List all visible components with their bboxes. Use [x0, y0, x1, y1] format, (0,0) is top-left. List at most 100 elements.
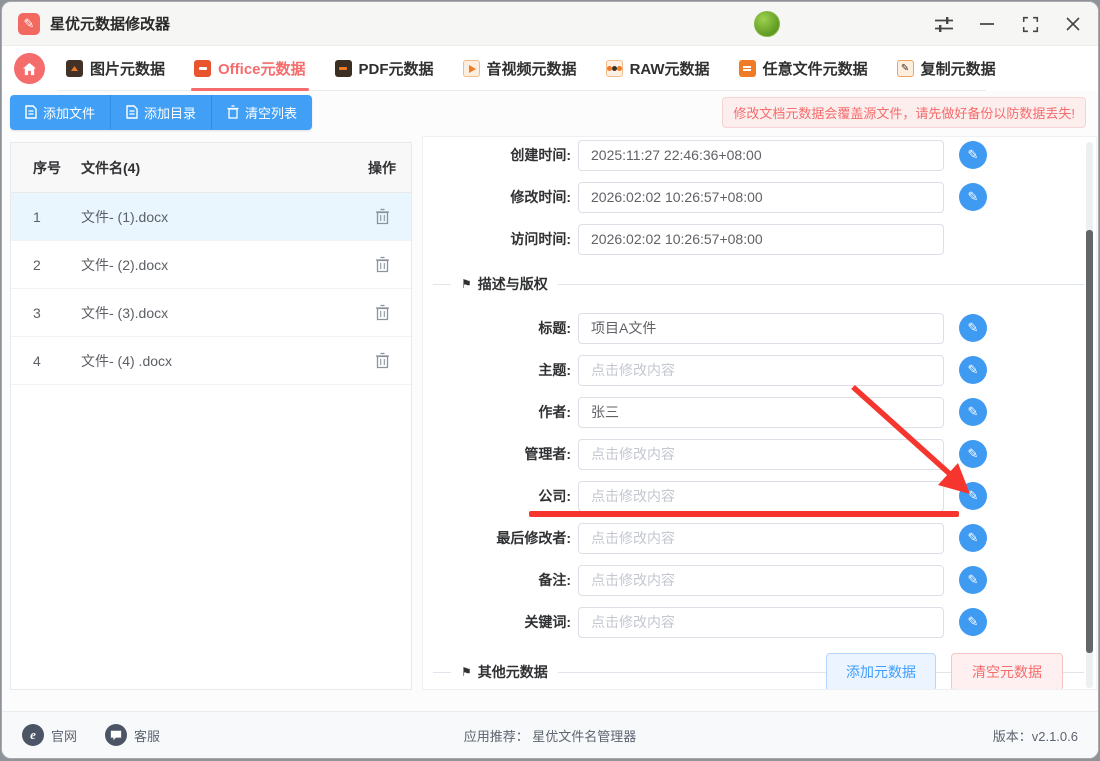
customer-service-link[interactable]: 客服 [105, 724, 160, 746]
manager-input[interactable]: 点击修改内容 [578, 439, 944, 470]
user-account[interactable] [754, 11, 942, 37]
edit-icon: ✎ [967, 488, 979, 503]
delete-row-button[interactable] [375, 208, 390, 225]
delete-row-button[interactable] [375, 256, 390, 273]
metadata-form-panel: 创建时间: 2025:11:27 22:46:36+08:00 ✎ 修改时间: … [422, 136, 1097, 690]
app-recommendation: 应用推荐： 星优文件名管理器 [463, 728, 637, 744]
pencil-icon: ✎ [23, 15, 35, 31]
create-time-input[interactable]: 2025:11:27 22:46:36+08:00 [578, 140, 944, 171]
flag-icon: ⚑ [461, 277, 472, 291]
scrollbar-track[interactable] [1086, 142, 1093, 688]
app-window: ✎ 星优元数据修改器 图片元数据 Office元数据 PDF元数据 音视频元数据… [1, 1, 1099, 759]
edit-button[interactable]: ✎ [959, 183, 987, 211]
table-row[interactable]: 4 文件- (4) .docx [11, 337, 411, 385]
version-label: 版本：v2.1.0.6 [992, 728, 1078, 744]
tab-image-metadata[interactable]: 图片元数据 [65, 46, 166, 91]
home-icon [22, 62, 37, 75]
field-author: 作者: 张三 ✎ [423, 397, 1096, 428]
add-metadata-button[interactable]: 添加元数据 [826, 653, 936, 689]
remarks-input[interactable]: 点击修改内容 [578, 565, 944, 596]
edit-button[interactable]: ✎ [959, 440, 987, 468]
field-last-modifier: 最后修改者: 点击修改内容 ✎ [423, 523, 1096, 554]
section-copyright: ⚑ 描述与版权 [433, 274, 1084, 294]
pdf-metadata-icon [334, 60, 352, 77]
edit-icon: ✎ [967, 404, 979, 419]
access-time-input[interactable]: 2026:02:02 10:26:57+08:00 [578, 224, 944, 255]
avatar[interactable] [754, 11, 780, 37]
edit-icon: ✎ [967, 614, 979, 629]
office-metadata-icon [194, 60, 212, 77]
overwrite-warning: 修改文档元数据会覆盖源文件，请先做好备份以防数据丢失! [722, 96, 1086, 128]
file-icon [126, 105, 138, 119]
author-input[interactable]: 张三 [578, 397, 944, 428]
field-manager: 管理者: 点击修改内容 ✎ [423, 439, 1096, 470]
raw-metadata-icon [605, 60, 623, 77]
edit-button[interactable]: ✎ [959, 398, 987, 426]
tab-office-metadata[interactable]: Office元数据 [191, 46, 309, 91]
edit-button[interactable]: ✎ [959, 608, 987, 636]
field-modify-time: 修改时间: 2026:02:02 10:26:57+08:00 ✎ [423, 182, 1096, 213]
trash-icon [375, 352, 389, 369]
delete-row-button[interactable] [375, 352, 390, 369]
official-site-link[interactable]: e 官网 [22, 724, 77, 746]
tab-pdf-metadata[interactable]: PDF元数据 [334, 46, 435, 91]
modify-time-input[interactable]: 2026:02:02 10:26:57+08:00 [578, 182, 944, 213]
app-logo-icon: ✎ [18, 12, 40, 35]
image-metadata-icon [66, 60, 83, 77]
field-keywords: 关键词: 点击修改内容 ✎ [423, 607, 1096, 638]
company-input[interactable]: 点击修改内容 [578, 481, 944, 512]
window-controls [933, 2, 1084, 46]
scrollbar-thumb[interactable] [1086, 230, 1093, 653]
edit-button[interactable]: ✎ [959, 524, 987, 552]
flag-icon: ⚑ [461, 665, 472, 679]
table-row[interactable]: 2 文件- (2).docx [11, 241, 411, 289]
user-name-redacted [774, 13, 942, 35]
edit-icon: ✎ [967, 147, 979, 162]
tab-bar: 图片元数据 Office元数据 PDF元数据 音视频元数据 RAW元数据 任意文… [2, 46, 1098, 91]
field-subject: 主题: 点击修改内容 ✎ [423, 355, 1096, 386]
edit-icon: ✎ [967, 446, 979, 461]
title-input[interactable]: 项目A文件 [578, 313, 944, 344]
field-remarks: 备注: 点击修改内容 ✎ [423, 565, 1096, 596]
av-metadata-icon [462, 60, 480, 77]
trash-icon [375, 256, 389, 273]
keywords-input[interactable]: 点击修改内容 [578, 607, 944, 638]
edit-icon: ✎ [967, 530, 979, 545]
edit-icon: ✎ [967, 320, 979, 335]
file-list-panel: 序号 文件名(4) 操作 1 文件- (1).docx 2 文件- (2).do… [10, 142, 412, 690]
edit-icon: ✎ [967, 572, 979, 587]
edit-button[interactable]: ✎ [959, 566, 987, 594]
edit-icon: ✎ [967, 189, 979, 204]
edit-button[interactable]: ✎ [959, 356, 987, 384]
subject-input[interactable]: 点击修改内容 [578, 355, 944, 386]
tab-raw-metadata[interactable]: RAW元数据 [605, 46, 711, 91]
maximize-button[interactable] [1019, 13, 1041, 35]
trash-icon [227, 105, 239, 119]
browser-e-icon: e [22, 724, 44, 746]
anyfile-metadata-icon [738, 60, 756, 77]
file-table-header: 序号 文件名(4) 操作 [11, 143, 411, 193]
edit-button-company[interactable]: ✎ [959, 482, 987, 510]
clear-list-button[interactable]: 清空列表 [212, 94, 313, 130]
clear-metadata-button[interactable]: 清空元数据 [951, 653, 1063, 689]
tab-av-metadata[interactable]: 音视频元数据 [462, 46, 578, 91]
delete-row-button[interactable] [375, 304, 390, 321]
tab-copy-metadata[interactable]: ✎ 复制元数据 [896, 46, 997, 91]
add-folder-button[interactable]: 添加目录 [111, 94, 213, 130]
edit-button[interactable]: ✎ [959, 141, 987, 169]
trash-icon [375, 208, 389, 225]
field-title: 标题: 项目A文件 ✎ [423, 313, 1096, 344]
toolbar-button-group: 添加文件 添加目录 清空列表 [10, 94, 313, 130]
table-row[interactable]: 3 文件- (3).docx [11, 289, 411, 337]
table-row[interactable]: 1 文件- (1).docx [11, 193, 411, 241]
home-button[interactable] [14, 53, 45, 84]
field-access-time: 访问时间: 2026:02:02 10:26:57+08:00 [423, 224, 1096, 255]
footer: e 官网 客服 应用推荐： 星优文件名管理器 版本：v2.1.0.6 [2, 711, 1098, 758]
edit-button[interactable]: ✎ [959, 314, 987, 342]
close-button[interactable] [1062, 13, 1084, 35]
add-file-button[interactable]: 添加文件 [10, 94, 112, 130]
minimize-button[interactable] [976, 13, 998, 35]
last-modifier-input[interactable]: 点击修改内容 [578, 523, 944, 554]
tab-anyfile-metadata[interactable]: 任意文件元数据 [738, 46, 869, 91]
settings-sliders-icon[interactable] [933, 13, 955, 35]
